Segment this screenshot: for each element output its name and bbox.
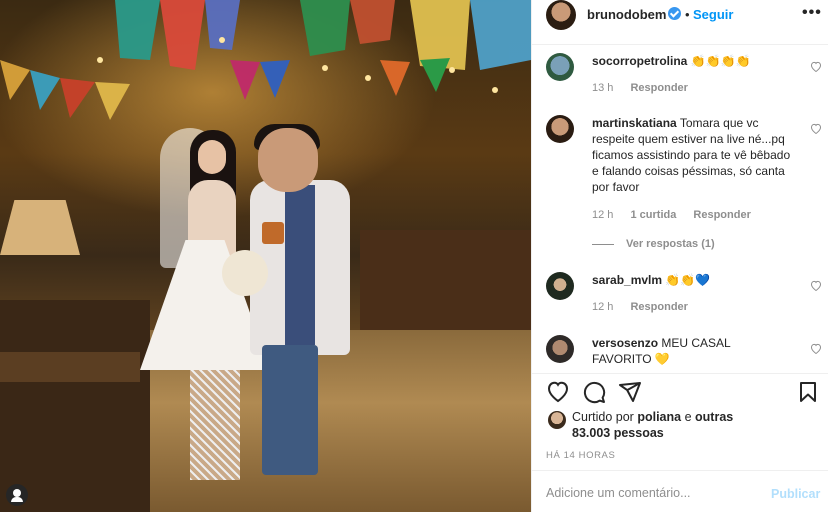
groom-shirt [285, 185, 315, 345]
comment-meta: 13 h Responder [592, 82, 702, 94]
commenter-avatar[interactable] [546, 335, 574, 363]
comment-time: 12 h [592, 209, 614, 221]
follow-button[interactable]: Seguir [693, 7, 733, 22]
post-photo[interactable] [0, 0, 531, 512]
comment-like-heart-icon[interactable] [810, 280, 822, 291]
comment-time: 12 h [592, 301, 614, 313]
comment-icon[interactable] [582, 380, 606, 404]
comment-like-heart-icon[interactable] [810, 123, 822, 134]
verified-badge-icon [668, 7, 681, 20]
side-table-top [0, 352, 140, 382]
bouquet [222, 250, 268, 296]
publish-button[interactable]: Publicar [771, 487, 820, 501]
background-tables [360, 230, 531, 330]
add-comment-bar: Publicar [532, 470, 828, 512]
separator-dot: • [685, 7, 690, 22]
post-actions: Curtido por poliana e outras 83.003 pess… [532, 373, 828, 463]
user-tag-icon[interactable] [6, 484, 28, 506]
post-header: brunodobem • Seguir ••• [532, 0, 828, 45]
likes-summary[interactable]: Curtido por poliana e outras 83.003 pess… [572, 409, 752, 441]
bride-face [198, 140, 226, 174]
comment-input[interactable] [546, 483, 746, 503]
comment-username[interactable]: socorropetrolina [592, 54, 687, 68]
comment-body: 👏👏💙 [665, 273, 711, 287]
post-side-panel: brunodobem • Seguir ••• socorropetrolina… [531, 0, 828, 512]
comment-text: versosenzo MEU CASAL FAVORITO 💛 [592, 335, 742, 367]
bunting-decoration [0, 0, 531, 120]
comment-text: sarab_mvlm 👏👏💙 [592, 272, 792, 288]
comment-username[interactable]: martinskatiana [592, 116, 677, 130]
comment-item: martinskatiana Tomara que vc respeite qu… [546, 115, 822, 255]
view-replies-button[interactable]: Ver respostas (1) [592, 238, 715, 250]
comment-meta: 12 h Responder [592, 301, 702, 313]
likes-connector: e [684, 410, 692, 424]
comment-item: socorropetrolina 👏👏👏👏 13 h Responder [546, 53, 822, 103]
share-icon[interactable] [618, 380, 642, 404]
comment-like-heart-icon[interactable] [810, 61, 822, 72]
commenter-avatar[interactable] [546, 272, 574, 300]
comment-body: 👏👏👏👏 [690, 54, 751, 68]
lamp [0, 200, 80, 255]
comment-text: martinskatiana Tomara que vc respeite qu… [592, 115, 792, 195]
comment-text: socorropetrolina 👏👏👏👏 [592, 53, 792, 69]
more-options-icon[interactable]: ••• [802, 4, 822, 22]
comment-likes-count[interactable]: 1 curtida [630, 209, 676, 221]
bride-legs [190, 370, 240, 480]
reply-button[interactable]: Responder [693, 209, 750, 221]
likes-user[interactable]: poliana [637, 410, 681, 424]
post-timestamp[interactable]: HÁ 14 HORAS [546, 450, 615, 461]
comment-username[interactable]: sarab_mvlm [592, 273, 662, 287]
reply-button[interactable]: Responder [630, 301, 687, 313]
author-avatar[interactable] [546, 0, 576, 30]
comment-meta: 12 h 1 curtida Responder [592, 209, 765, 221]
side-table [0, 300, 150, 512]
author-username[interactable]: brunodobem [587, 7, 666, 22]
liked-by-avatar[interactable] [548, 411, 566, 429]
groom-jeans [262, 345, 318, 475]
bookmark-icon[interactable] [796, 380, 820, 404]
comment-like-heart-icon[interactable] [810, 343, 822, 354]
reply-button[interactable]: Responder [630, 82, 687, 94]
likes-prefix: Curtido por [572, 410, 634, 424]
comment-username[interactable]: versosenzo [592, 336, 658, 350]
commenter-avatar[interactable] [546, 115, 574, 143]
commenter-avatar[interactable] [546, 53, 574, 81]
comment-time: 13 h [592, 82, 614, 94]
comment-item: versosenzo MEU CASAL FAVORITO 💛 [546, 335, 822, 373]
groom-head [258, 128, 318, 192]
comment-item: sarab_mvlm 👏👏💙 12 h Responder [546, 272, 822, 322]
mug [262, 222, 284, 244]
comments-list[interactable]: socorropetrolina 👏👏👏👏 13 h Responder mar… [532, 45, 828, 373]
heart-icon[interactable] [546, 380, 570, 404]
